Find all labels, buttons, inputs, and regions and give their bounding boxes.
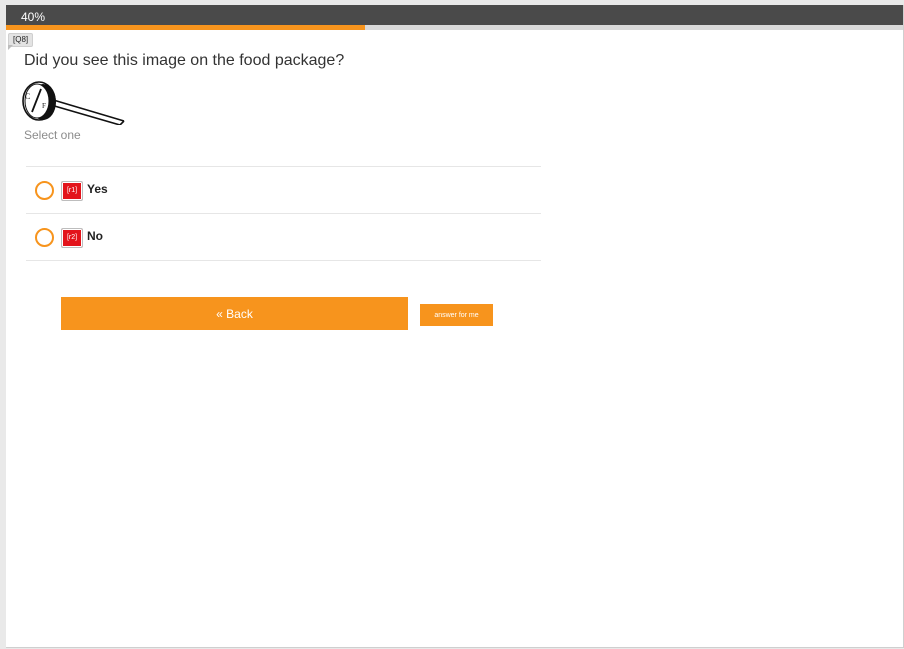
survey-frame: 40% [Q8] Did you see this image on the f… (6, 5, 904, 648)
option-yes[interactable]: [r1] Yes (26, 167, 541, 214)
progress-fill (6, 25, 365, 30)
radio-button-no[interactable] (35, 228, 54, 247)
svg-text:C: C (25, 92, 30, 101)
option-label-yes: Yes (87, 182, 108, 196)
answer-for-me-button[interactable]: answer for me (420, 304, 493, 326)
question-text: Did you see this image on the food packa… (24, 52, 345, 69)
radio-button-yes[interactable] (35, 181, 54, 200)
progress-label: 40% (21, 10, 46, 24)
progress-bar: 40% (6, 5, 903, 30)
question-tag-arrow (8, 45, 13, 50)
progress-track (6, 25, 903, 30)
meat-thermometer-icon: C F (22, 81, 125, 125)
answer-options: [r1] Yes [r2] No (26, 166, 541, 261)
instructions-text: Select one (24, 128, 81, 142)
svg-text:F: F (42, 102, 46, 110)
back-button[interactable]: « Back (61, 297, 408, 330)
option-tag-r1: [r1] (61, 181, 83, 201)
option-label-no: No (87, 229, 103, 243)
option-no[interactable]: [r2] No (26, 214, 541, 261)
option-tag-r2: [r2] (61, 228, 83, 248)
